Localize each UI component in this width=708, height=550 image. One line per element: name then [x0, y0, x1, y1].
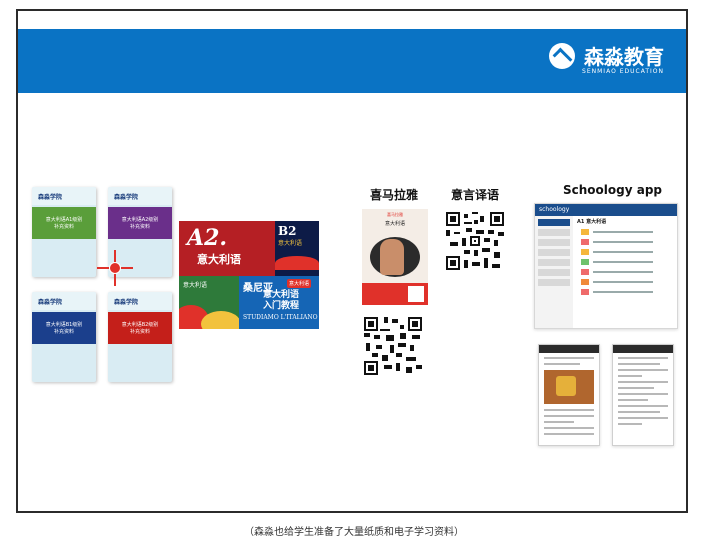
poster-b2-subtitle: 意大利语 — [278, 240, 303, 247]
poster-blue-tag: 意大利语 — [287, 279, 312, 288]
brand-name: 森淼教育 — [584, 45, 664, 69]
list-item — [577, 249, 675, 255]
poster-green: 意大利语 — [179, 276, 241, 329]
book-title: 森淼学院 — [32, 292, 96, 310]
label-yiyan: 意言译语 — [451, 188, 500, 202]
list-item — [577, 279, 675, 285]
ximalaya-title: 意大利语 — [384, 221, 405, 227]
qr-code-icon — [364, 317, 422, 375]
phone-screenshot-1 — [538, 344, 600, 446]
list-item — [577, 239, 675, 245]
label-schoology: Schoology app — [563, 183, 663, 197]
brand-subtitle: SENMIAO EDUCATION — [582, 68, 664, 75]
schoology-screenshot: schoology A1 意大利语 — [534, 203, 678, 329]
poster-b2-title: B2 — [278, 224, 297, 238]
ximalaya-header: 喜马拉雅 — [387, 212, 403, 217]
presenter-photo — [380, 239, 404, 275]
schoology-nav: schoology — [535, 204, 677, 216]
schoology-main: A1 意大利语 — [577, 218, 675, 328]
lesson-image — [544, 370, 594, 404]
book-b2: 森淼学院 意大利语B2级别 补充资料 — [108, 292, 172, 382]
book-band: 意大利语B2级别 补充资料 — [108, 312, 172, 344]
phone-screenshot-2 — [612, 344, 674, 446]
list-item — [577, 259, 675, 265]
book-b1: 森淼学院 意大利语B1级别 补充资料 — [32, 292, 96, 382]
list-item — [577, 229, 675, 235]
schoology-heading: A1 意大利语 — [577, 219, 607, 225]
ximalaya-card: 喜马拉雅 意大利语 — [362, 209, 428, 305]
course-poster-collage: A2. 意大利语 B2 意大利语 意大利语 桑尼亚 意大利语 意大利语 入门教程… — [179, 221, 319, 329]
book-title: 森淼学院 — [108, 187, 172, 205]
list-item — [577, 269, 675, 275]
target-mark-icon — [97, 250, 133, 286]
book-band: 意大利语A2级别 补充资料 — [108, 207, 172, 239]
poster-b2: B2 意大利语 — [275, 221, 319, 276]
poster-blue: 桑尼亚 意大利语 意大利语 入门教程 STUDIAMO L'ITALIANO — [239, 276, 319, 329]
list-item — [577, 289, 675, 295]
poster-a2-title: A2. — [187, 225, 228, 251]
book-title: 森淼学院 — [32, 187, 96, 205]
qr-code-icon — [408, 286, 424, 302]
poster-green-text: 意大利语 — [183, 282, 208, 289]
poster-blue-subtitle: 意大利语 入门教程 — [263, 290, 300, 311]
logo-icon — [548, 42, 575, 69]
brand-logo: 森淼教育 SENMIAO EDUCATION — [548, 41, 664, 75]
book-band: 意大利语B1级别 补充资料 — [32, 312, 96, 344]
qr-code-icon — [446, 212, 504, 270]
schoology-sidebar — [535, 216, 573, 328]
header-banner: 森淼教育 SENMIAO EDUCATION — [18, 29, 686, 93]
poster-a2: A2. 意大利语 — [179, 221, 275, 276]
book-band: 意大利语A1级别 补充资料 — [32, 207, 96, 239]
book-title: 森淼学院 — [108, 292, 172, 310]
book-a1: 森淼学院 意大利语A1级别 补充资料 — [32, 187, 96, 277]
poster-blue-italian: STUDIAMO L'ITALIANO — [243, 314, 318, 321]
poster-a2-subtitle: 意大利语 — [197, 253, 241, 266]
image-caption: （森淼也给学生准备了大量纸质和电子学习资料） — [244, 527, 464, 538]
label-ximalaya: 喜马拉雅 — [370, 188, 419, 202]
